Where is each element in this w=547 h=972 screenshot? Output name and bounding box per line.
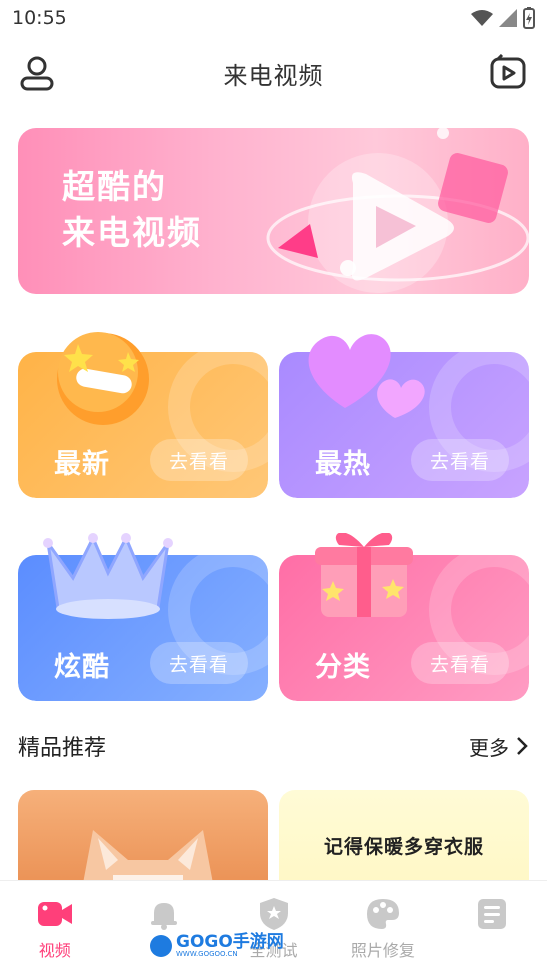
card-newest[interactable]: 最新 去看看 [18, 330, 268, 498]
video-icon [37, 897, 73, 931]
banner-text: 超酷的 来电视频 [62, 164, 202, 256]
more-link[interactable]: 更多 [469, 732, 529, 761]
tab-list[interactable] [438, 881, 547, 972]
tab-ringtone[interactable] [109, 881, 218, 972]
recommend-header: 精品推荐 更多 [18, 728, 529, 764]
watermark-logo-icon [150, 935, 172, 957]
card-go-button[interactable]: 去看看 [150, 642, 248, 684]
watermark: GOGO手游网 WWW.GOGOO.CN [150, 934, 284, 958]
banner-line1: 超酷的 [62, 167, 167, 206]
battery-icon [523, 7, 535, 29]
banner-art [266, 128, 529, 293]
recommend-card-caption: 记得保暖多穿衣服 [323, 836, 484, 858]
page-title: 来电视频 [223, 61, 324, 90]
shield-star-icon [256, 897, 292, 931]
status-bar: 10:55 [0, 0, 547, 36]
tab-photo-repair[interactable]: 照片修复 [328, 881, 437, 972]
card-label: 分类 [315, 652, 371, 683]
wifi-icon [471, 10, 493, 26]
status-icons [471, 7, 535, 29]
section-title: 精品推荐 [18, 736, 107, 761]
card-cool[interactable]: 炫酷 去看看 [18, 533, 268, 701]
more-label: 更多 [469, 735, 509, 760]
palette-icon [365, 897, 401, 931]
user-icon [20, 56, 54, 91]
watermark-sub: WWW.GOGOO.CN [176, 950, 238, 958]
bottom-tab-bar: 视频 全测试 照片修复 [0, 880, 547, 972]
tab-video[interactable]: 视频 [0, 881, 109, 972]
bell-icon [146, 897, 182, 931]
card-go-button[interactable]: 去看看 [411, 642, 509, 684]
card-category[interactable]: 分类 去看看 [279, 533, 529, 701]
card-label: 最新 [54, 449, 110, 480]
heart-icon [308, 334, 425, 418]
card-go-button[interactable]: 去看看 [411, 439, 509, 481]
banner-line2: 来电视频 [62, 213, 202, 252]
hero-banner[interactable]: 超酷的 来电视频 [18, 128, 529, 294]
tab-label: 照片修复 [350, 941, 415, 960]
status-time: 10:55 [12, 7, 67, 29]
watermark-text: GOGO手游网 [176, 932, 284, 952]
card-label: 最热 [315, 449, 371, 480]
card-label: 炫酷 [54, 652, 110, 683]
crown-icon [43, 533, 173, 619]
card-go-button[interactable]: 去看看 [150, 439, 248, 481]
chevron-right-icon [517, 737, 528, 755]
top-bar: 来电视频 [0, 46, 547, 100]
play-square-icon [490, 53, 526, 89]
gift-box-icon [315, 533, 413, 617]
signal-icon [499, 9, 517, 27]
tab-label: 视频 [38, 941, 71, 960]
list-icon [474, 897, 510, 931]
card-hottest[interactable]: 最热 去看看 [279, 330, 529, 498]
profile-button[interactable] [18, 54, 56, 92]
tab-test[interactable]: 全测试 [219, 881, 328, 972]
star-emoji-icon [57, 332, 149, 425]
video-list-button[interactable] [489, 53, 527, 92]
